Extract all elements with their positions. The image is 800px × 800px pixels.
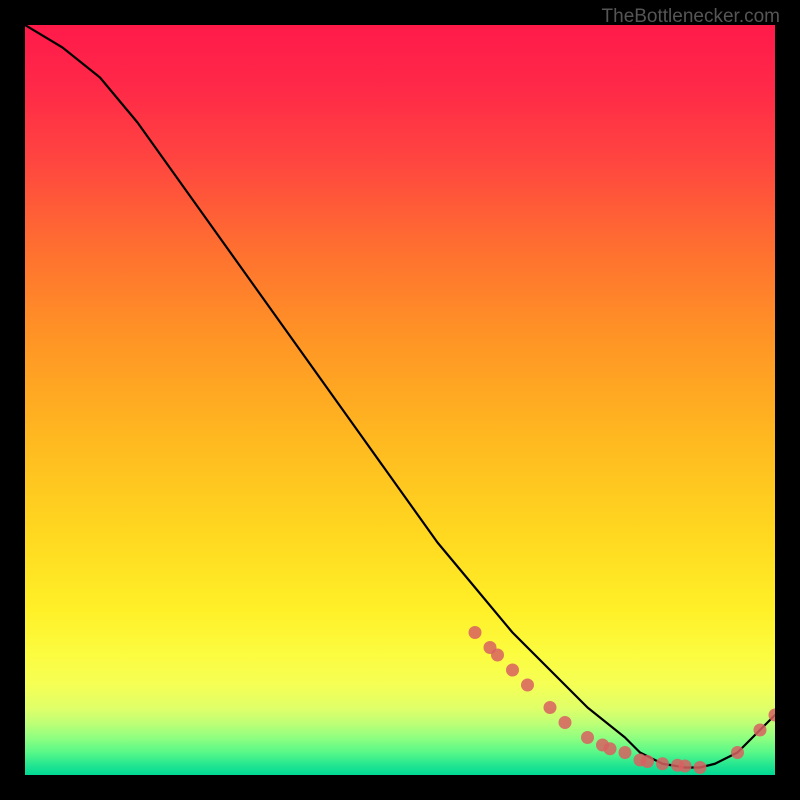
watermark-text: TheBottlenecker.com xyxy=(602,6,780,28)
chart-container xyxy=(25,25,775,775)
gradient-background xyxy=(25,25,775,775)
